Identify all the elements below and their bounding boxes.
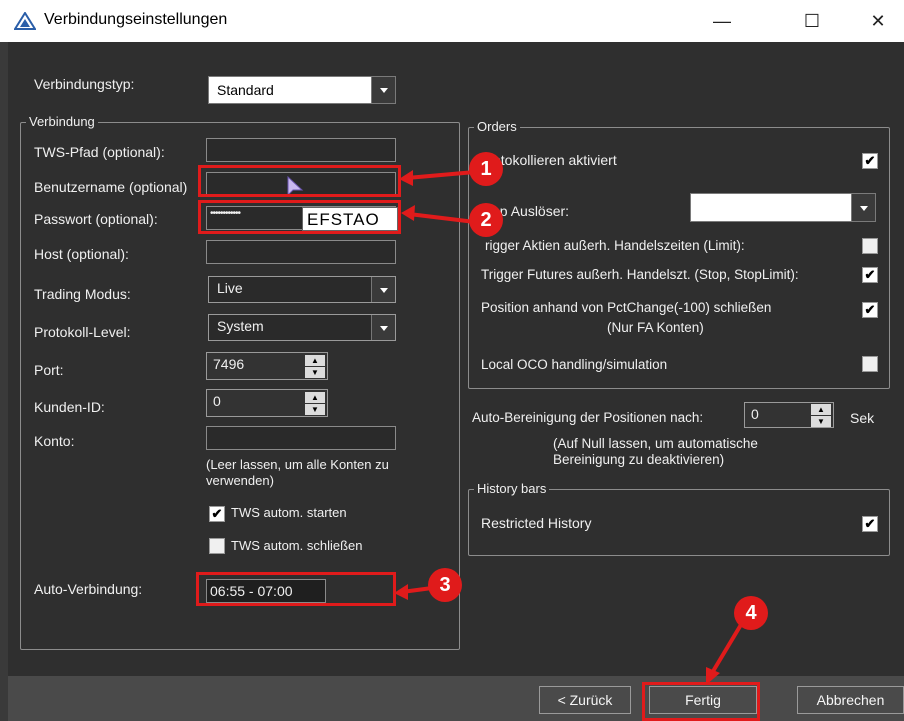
port-label: Port: (34, 362, 64, 378)
log-enabled-checkbox[interactable]: ✔ (862, 153, 878, 169)
account-hint: (Leer lassen, um alle Konten zu verwende… (206, 457, 389, 488)
log-level-value: System (217, 318, 264, 334)
client-id-input[interactable]: 0 ▲ ▼ (206, 389, 328, 417)
highlight-password (198, 200, 401, 234)
connection-type-label: Verbindungstyp: (34, 76, 135, 92)
tws-path-input[interactable] (206, 138, 396, 162)
spin-up-icon[interactable]: ▲ (305, 392, 325, 403)
account-input[interactable] (206, 426, 396, 450)
app-icon (14, 12, 36, 30)
trading-mode-select[interactable]: Live (208, 276, 396, 303)
minimize-button[interactable]: — (702, 8, 742, 34)
close-button[interactable]: ✕ (858, 8, 898, 34)
trading-mode-label: Trading Modus: (34, 286, 131, 302)
trading-mode-value: Live (217, 280, 243, 296)
footer-bar (8, 676, 904, 721)
spin-down-icon[interactable]: ▼ (305, 367, 325, 378)
log-level-label: Protokoll-Level: (34, 324, 131, 340)
tws-autoclose-checkbox[interactable] (209, 538, 225, 554)
tws-autostart-label: TWS autom. starten (231, 505, 347, 520)
auto-cleanup-hint-1: (Auf Null lassen, um automatische (553, 436, 758, 451)
chevron-down-icon[interactable] (371, 277, 395, 302)
connection-type-select[interactable]: Standard (208, 76, 396, 104)
position-close-label: Position anhand von PctChange(-100) schl… (481, 300, 772, 315)
trigger-stocks-checkbox[interactable] (862, 238, 878, 254)
local-oco-checkbox[interactable] (862, 356, 878, 372)
connection-group-title: Verbindung (26, 114, 98, 129)
annotation-badge-4: 4 (734, 596, 768, 630)
position-close-checkbox[interactable]: ✔ (862, 302, 878, 318)
annotation-badge-1: 1 (469, 152, 503, 186)
trigger-futures-checkbox[interactable]: ✔ (862, 267, 878, 283)
window-title: Verbindungseinstellungen (44, 11, 228, 28)
annotation-badge-2: 2 (469, 203, 503, 237)
chevron-down-icon[interactable] (851, 194, 875, 221)
chevron-down-icon[interactable] (371, 315, 395, 340)
auto-cleanup-unit: Sek (850, 410, 875, 426)
stop-trigger-select[interactable] (690, 193, 876, 222)
title-bar: Verbindungseinstellungen — ☐ ✕ (0, 0, 904, 42)
auto-cleanup-input[interactable]: 0 ▲ ▼ (744, 402, 834, 428)
cancel-button[interactable]: Abbrechen (797, 686, 904, 714)
highlight-username (198, 165, 401, 197)
host-input[interactable] (206, 240, 396, 264)
restricted-history-checkbox[interactable]: ✔ (862, 516, 878, 532)
tws-autostart-checkbox[interactable]: ✔ (209, 506, 225, 522)
maximize-button[interactable]: ☐ (792, 8, 832, 34)
trigger-futures-label: Trigger Futures außerh. Handelszt. (Stop… (481, 267, 799, 282)
tws-autoclose-label: TWS autom. schließen (231, 538, 363, 553)
auto-cleanup-label: Auto-Bereinigung der Positionen nach: (472, 410, 704, 425)
client-id-value: 0 (213, 393, 221, 409)
chevron-down-icon[interactable] (371, 77, 395, 103)
annotation-badge-3: 3 (428, 568, 462, 602)
trigger-stocks-label: rigger Aktien außerh. Handelszeiten (Lim… (485, 238, 745, 253)
highlight-auto-connect (196, 572, 396, 606)
auto-cleanup-hint-2: Bereinigung zu deaktivieren) (553, 452, 725, 467)
connection-type-value: Standard (217, 82, 274, 98)
local-oco-label: Local OCO handling/simulation (481, 357, 668, 372)
position-close-note: (Nur FA Konten) (607, 320, 704, 335)
account-label: Konto: (34, 433, 75, 449)
auto-cleanup-value: 0 (751, 406, 759, 422)
host-label: Host (optional): (34, 246, 129, 262)
username-label: Benutzername (optional) (34, 179, 188, 195)
spin-up-icon[interactable]: ▲ (305, 355, 325, 366)
port-value: 7496 (213, 356, 245, 372)
spin-down-icon[interactable]: ▼ (305, 404, 325, 415)
password-label: Passwort (optional): (34, 211, 158, 227)
tws-path-label: TWS-Pfad (optional): (34, 144, 165, 160)
orders-group-title: Orders (474, 119, 520, 134)
restricted-history-label: Restricted History (481, 515, 592, 531)
log-level-select[interactable]: System (208, 314, 396, 341)
auto-connect-label: Auto-Verbindung: (34, 581, 143, 597)
history-group-title: History bars (474, 481, 550, 496)
client-id-label: Kunden-ID: (34, 399, 105, 415)
port-input[interactable]: 7496 ▲ ▼ (206, 352, 328, 380)
spin-down-icon[interactable]: ▼ (811, 416, 831, 427)
spin-up-icon[interactable]: ▲ (811, 404, 831, 415)
back-button[interactable]: < Zurück (539, 686, 631, 714)
